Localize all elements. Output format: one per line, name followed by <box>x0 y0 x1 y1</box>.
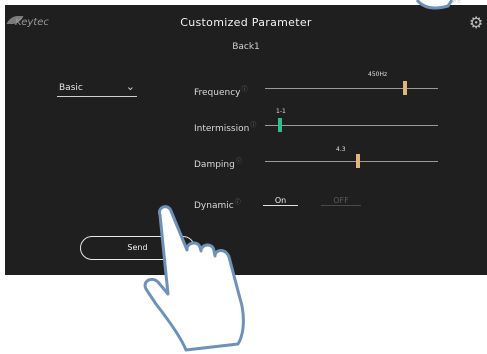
pointing-hand-icon <box>143 0 454 352</box>
corner-mark: FE <box>452 0 462 5</box>
